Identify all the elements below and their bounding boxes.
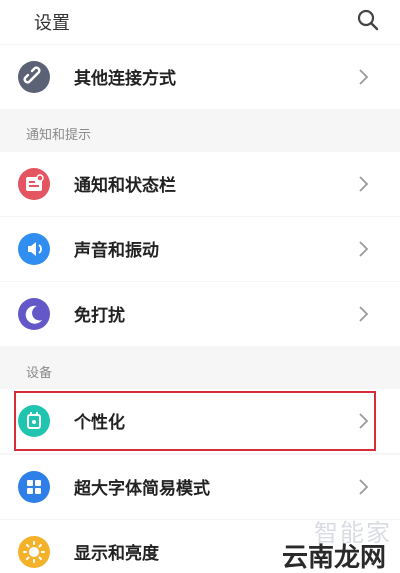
grid-icon (18, 471, 50, 503)
highlight-box (14, 391, 376, 451)
chevron-right-icon (358, 67, 370, 87)
settings-item-large-font-mode[interactable]: 超大字体简易模式 (0, 455, 400, 519)
settings-item-label: 通知和状态栏 (74, 176, 176, 196)
sun-icon (18, 536, 50, 568)
header-bar: 设置 (0, 0, 400, 44)
chevron-right-icon (358, 477, 370, 497)
settings-item-label: 超大字体简易模式 (74, 479, 210, 499)
chevron-right-icon (358, 174, 370, 194)
chevron-right-icon (358, 304, 370, 324)
settings-item-label: 声音和振动 (74, 241, 159, 261)
settings-item-label: 显示和亮度 (74, 544, 159, 564)
watermark-bottom-text: 云南龙网 (281, 543, 386, 573)
watermark: 智能家 云南龙网 (272, 513, 392, 573)
section-label-device: 设备 (26, 366, 53, 381)
settings-screen: 设置 其他连接方式 通知和提示 通知和状态栏 声音和振动 免打扰 设备 个性化 … (0, 0, 400, 573)
link-icon (18, 61, 50, 93)
section-label-notifications: 通知和提示 (26, 128, 92, 143)
speaker-icon (18, 233, 50, 265)
settings-item-do-not-disturb[interactable]: 免打扰 (0, 282, 400, 346)
notification-icon (18, 168, 50, 200)
page-title: 设置 (34, 13, 70, 34)
settings-item-other-connections[interactable]: 其他连接方式 (0, 45, 400, 109)
settings-item-label: 其他连接方式 (74, 69, 176, 89)
settings-item-notifications[interactable]: 通知和状态栏 (0, 152, 400, 216)
chevron-right-icon (358, 239, 370, 259)
settings-item-sound-vibration[interactable]: 声音和振动 (0, 217, 400, 281)
settings-item-label: 免打扰 (74, 306, 125, 326)
moon-icon (18, 298, 50, 330)
search-icon[interactable] (356, 8, 380, 32)
